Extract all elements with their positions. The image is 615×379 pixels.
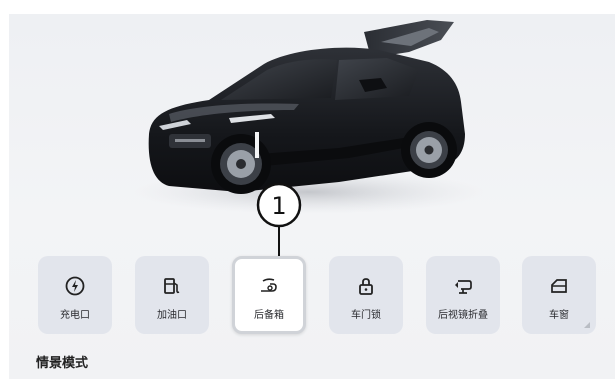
car-image bbox=[134, 20, 484, 214]
mirror-fold-button[interactable]: 后视镜折叠 bbox=[426, 256, 500, 334]
fuel-cap-label: 加油口 bbox=[157, 310, 187, 321]
trunk-label: 后备箱 bbox=[254, 310, 284, 321]
window-label: 车窗 bbox=[549, 310, 569, 321]
fuel-cap-button[interactable]: 加油口 bbox=[135, 256, 209, 334]
charge-port-label: 充电口 bbox=[60, 310, 90, 321]
charge-port-icon bbox=[65, 276, 85, 296]
mirror-fold-label: 后视镜折叠 bbox=[438, 310, 488, 321]
callout-number: 1 bbox=[271, 192, 286, 220]
trunk-icon bbox=[261, 278, 277, 292]
vehicle-control-panel: 1 充电口 加油口 后备箱 车门锁 后视镜折叠 车窗 bbox=[9, 14, 615, 379]
fuel-cap-icon bbox=[164, 278, 180, 294]
control-tiles: 充电口 加油口 后备箱 车门锁 后视镜折叠 车窗 bbox=[38, 256, 615, 348]
trunk-button[interactable]: 后备箱 bbox=[232, 256, 306, 334]
lock-icon bbox=[359, 278, 373, 295]
charge-port-button[interactable]: 充电口 bbox=[38, 256, 112, 334]
window-icon bbox=[551, 279, 567, 293]
scene-mode-title: 情景模式 bbox=[36, 356, 89, 371]
window-button[interactable]: 车窗 bbox=[522, 256, 596, 334]
door-lock-label: 车门锁 bbox=[351, 310, 381, 321]
car-illustration bbox=[9, 14, 615, 254]
mirror-fold-icon bbox=[455, 280, 472, 294]
corner-indicator-icon bbox=[584, 322, 590, 328]
door-lock-button[interactable]: 车门锁 bbox=[329, 256, 403, 334]
